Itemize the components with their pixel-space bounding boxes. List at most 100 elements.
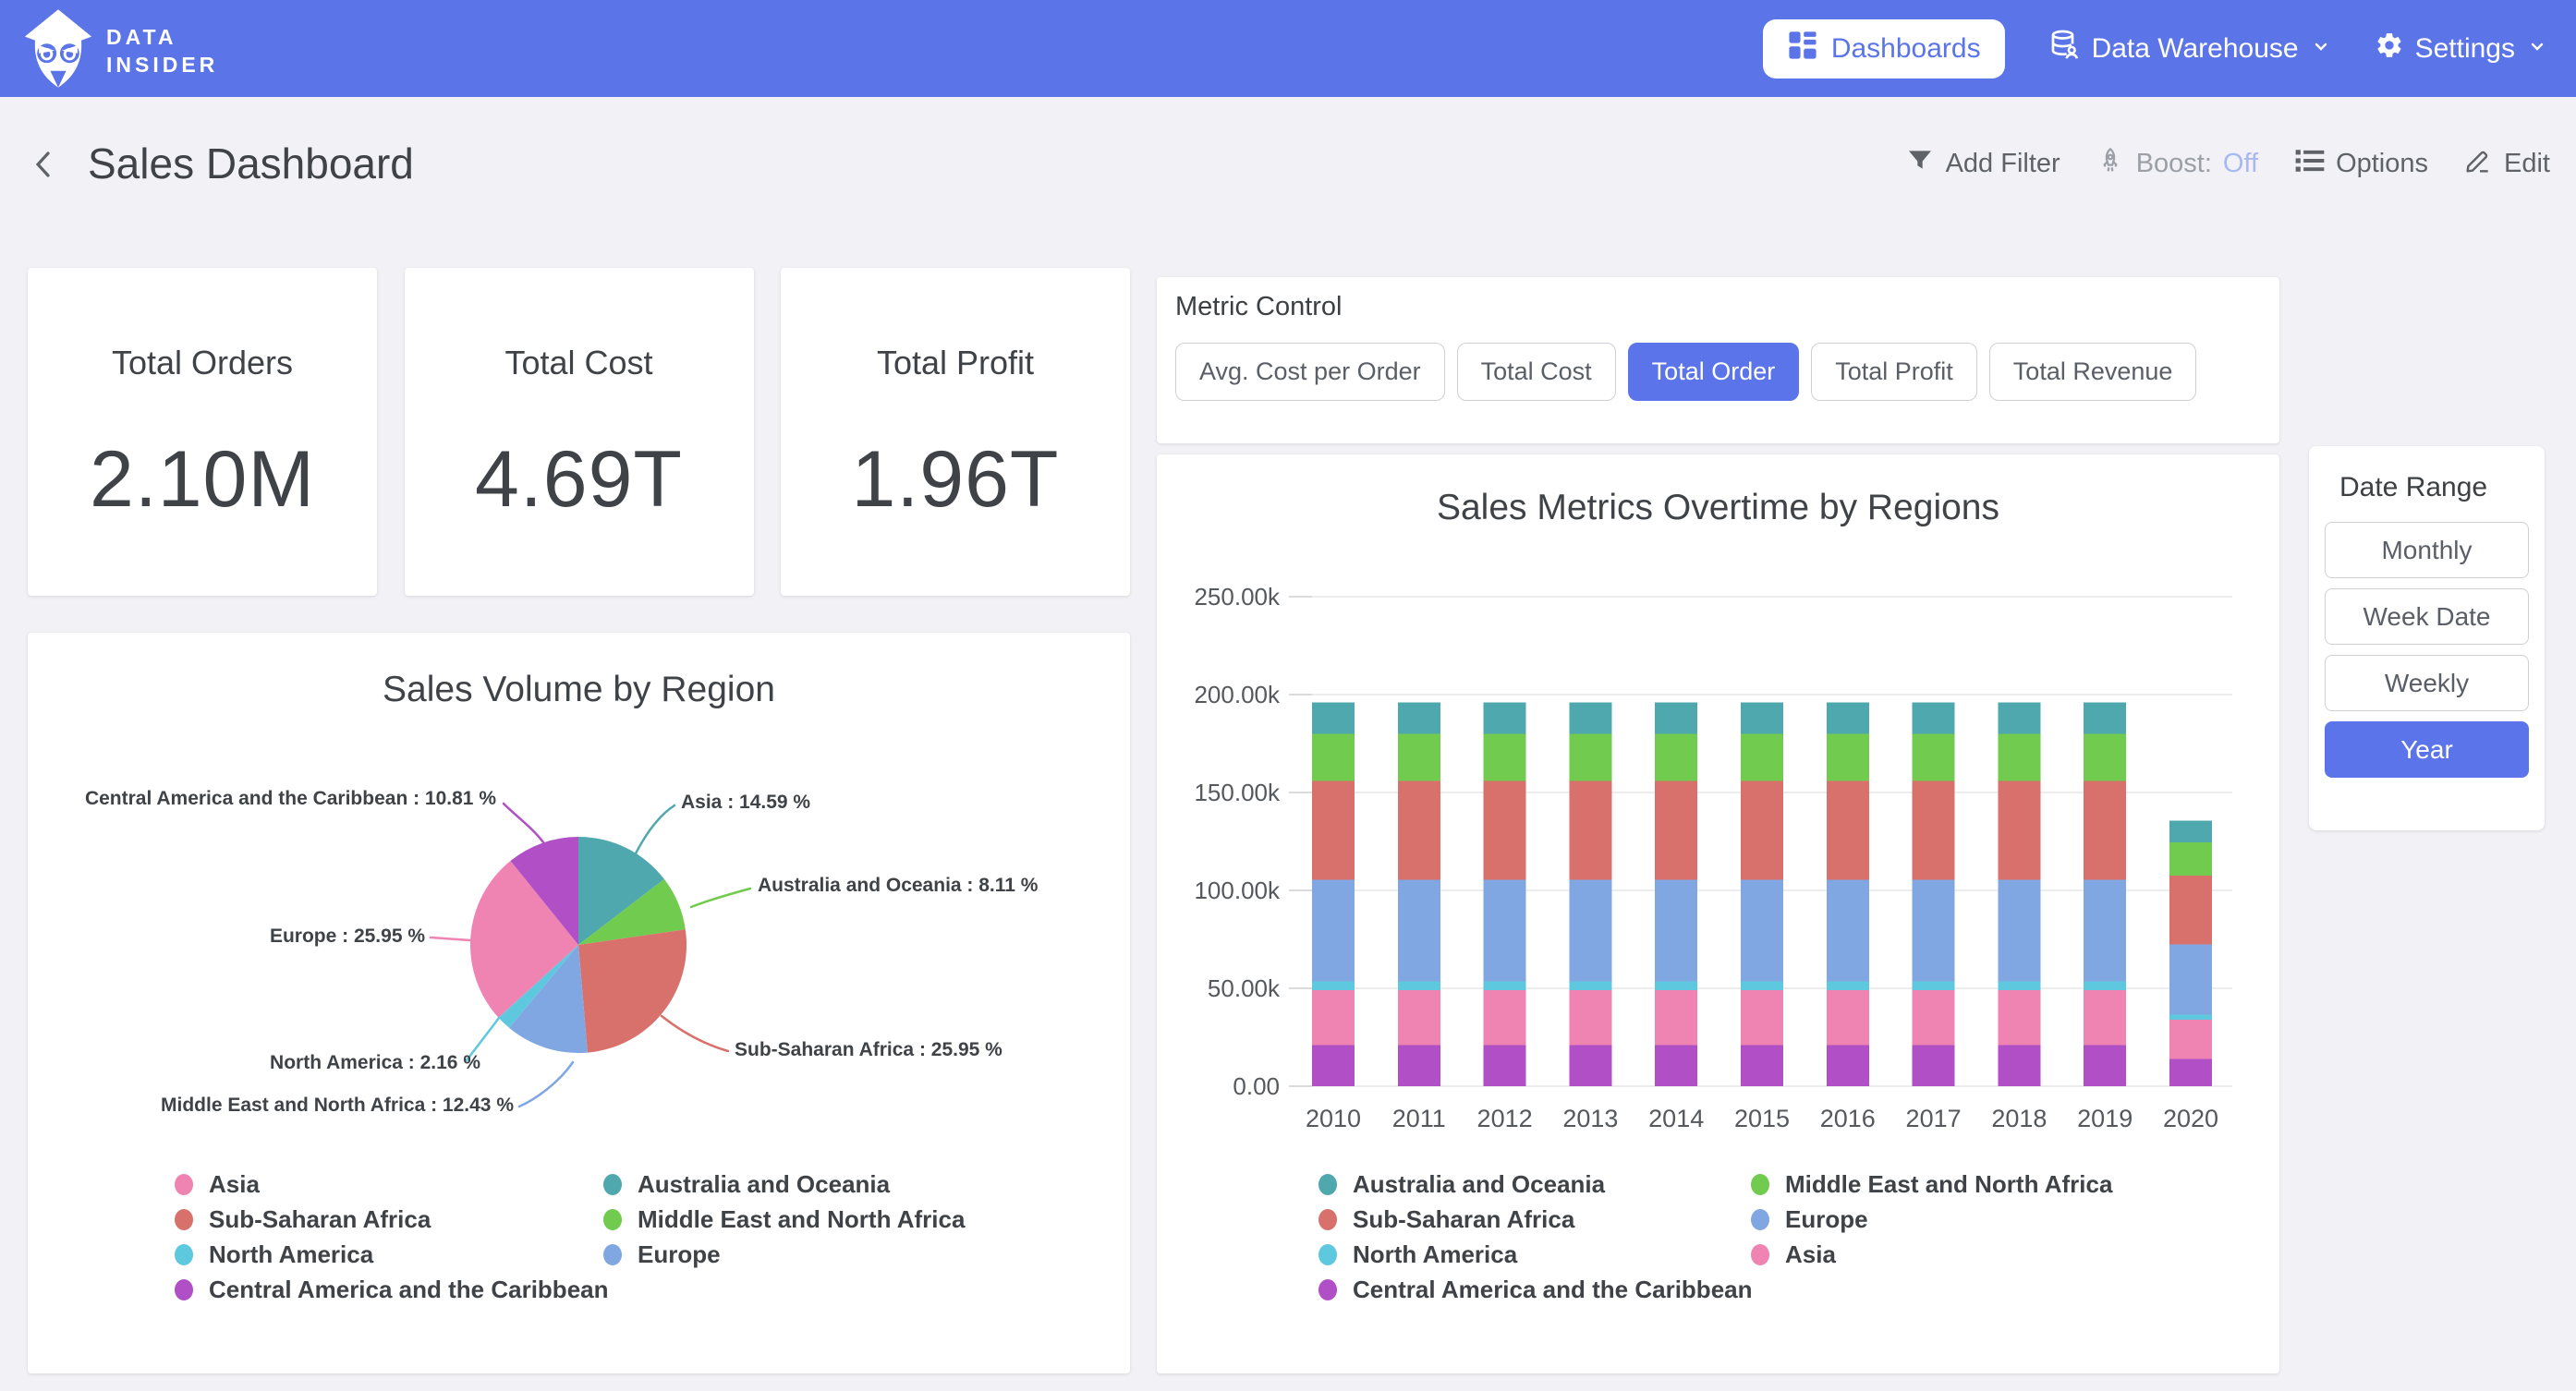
legend-label: Middle East and North Africa (638, 1205, 965, 1234)
kpi-card: Total Profit1.96T (781, 268, 1130, 596)
legend-item: North America (175, 1240, 373, 1269)
bar-segment (1398, 1045, 1440, 1086)
legend-dot (1751, 1244, 1769, 1265)
bar-segment (2084, 780, 2126, 879)
bar-segment (1569, 780, 1611, 879)
legend-dot (1751, 1209, 1769, 1230)
bar-segment (1827, 1045, 1869, 1086)
bar-segment (2084, 1045, 2126, 1086)
options-button[interactable]: Options (2293, 145, 2428, 184)
kpi-label: Total Orders (28, 344, 377, 382)
edit-label: Edit (2504, 149, 2550, 179)
bar-segment (1913, 733, 1955, 780)
pie-callout-line (634, 805, 674, 857)
metric-control-panel: Metric Control Avg. Cost per OrderTotal … (1157, 277, 2279, 443)
dashboard-grid-icon (1787, 30, 1818, 68)
legend-dot (175, 1244, 193, 1265)
bar-segment (1484, 702, 1526, 733)
legend-item: North America (1318, 1240, 1517, 1269)
nav-item-settings[interactable]: Settings (2375, 30, 2548, 67)
bar-segment (1998, 879, 2040, 981)
page-header: Sales Dashboard Add Filter Boost: (0, 97, 2576, 231)
legend-label: Sub-Saharan Africa (209, 1205, 431, 1234)
legend-label: North America (1353, 1240, 1517, 1269)
bar-segment (1569, 1045, 1611, 1086)
bar-segment (1312, 879, 1355, 981)
bar-segment (2169, 821, 2212, 842)
bar-segment (1569, 990, 1611, 1045)
add-filter-label: Add Filter (1946, 149, 2060, 179)
metric-option-button[interactable]: Total Cost (1457, 343, 1616, 401)
pie-callout-line (519, 1062, 573, 1107)
legend-dot (1318, 1209, 1337, 1230)
legend-item: Asia (175, 1170, 260, 1199)
date-range-option-button[interactable]: Week Date (2325, 588, 2529, 645)
bar-segment (1398, 733, 1440, 780)
x-axis-tick-label: 2020 (2163, 1105, 2218, 1132)
date-range-panel: Date Range MonthlyWeek DateWeeklyYear (2309, 446, 2545, 830)
back-button[interactable] (26, 146, 63, 183)
add-filter-button[interactable]: Add Filter (1905, 146, 2060, 183)
metric-option-button[interactable]: Total Revenue (1989, 343, 2197, 401)
x-axis-tick-label: 2010 (1306, 1105, 1361, 1132)
legend-item: Australia and Oceania (603, 1170, 890, 1199)
metric-option-button[interactable]: Avg. Cost per Order (1175, 343, 1445, 401)
legend-label: North America (209, 1240, 373, 1269)
date-range-option-button[interactable]: Weekly (2325, 655, 2529, 711)
bar-segment (1655, 879, 1697, 981)
bar-segment (1827, 990, 1869, 1045)
chevron-down-icon (2526, 33, 2548, 65)
bar-segment (1312, 780, 1355, 879)
legend-dot (603, 1174, 622, 1195)
database-icon (2047, 29, 2081, 69)
legend-item: Europe (603, 1240, 721, 1269)
bar-segment (1484, 780, 1526, 879)
bar-segment (1398, 990, 1440, 1045)
bar-segment (1398, 780, 1440, 879)
date-range-option-button[interactable]: Monthly (2325, 522, 2529, 578)
pencil-icon (2463, 146, 2493, 183)
bar-segment (1569, 879, 1611, 981)
legend-label: Sub-Saharan Africa (1353, 1205, 1574, 1234)
bar-segment (1998, 733, 2040, 780)
bar-segment (1655, 702, 1697, 733)
bar-segment (1312, 1045, 1355, 1086)
legend-dot (603, 1244, 622, 1265)
bar-chart-card: Sales Metrics Overtime by Regions 0.0050… (1157, 454, 2279, 1373)
edit-button[interactable]: Edit (2463, 146, 2550, 183)
metric-option-button[interactable]: Total Profit (1811, 343, 1977, 401)
bar-segment (1655, 990, 1697, 1045)
bar-segment (1998, 990, 2040, 1045)
legend-dot (175, 1279, 193, 1300)
kpi-value: 4.69T (405, 434, 754, 526)
bar-segment (2084, 879, 2126, 981)
bar-segment (1398, 879, 1440, 981)
legend-label: Australia and Oceania (1353, 1170, 1605, 1199)
legend-dot (1318, 1174, 1337, 1195)
date-range-option-button[interactable]: Year (2325, 721, 2529, 778)
bar-segment (1312, 982, 1355, 991)
bar-segment (1569, 702, 1611, 733)
boost-toggle[interactable]: Boost: Off (2096, 146, 2258, 183)
legend-item: Australia and Oceania (1318, 1170, 1605, 1199)
x-axis-tick-label: 2011 (1392, 1105, 1446, 1132)
legend-dot (1318, 1244, 1337, 1265)
legend-dot (1751, 1174, 1769, 1195)
filter-funnel-icon (1905, 146, 1935, 183)
y-axis-tick-label: 0.00 (1233, 1072, 1280, 1100)
nav-item-dashboards[interactable]: Dashboards (1763, 19, 2005, 79)
y-axis-tick-label: 200.00k (1194, 681, 1281, 708)
legend-dot (175, 1209, 193, 1230)
kpi-label: Total Profit (781, 344, 1130, 382)
bar-segment (1655, 1045, 1697, 1086)
metric-option-button[interactable]: Total Order (1628, 343, 1800, 401)
kpi-row: Total Orders2.10MTotal Cost4.69TTotal Pr… (28, 268, 1130, 596)
stacked-bar-chart: 0.0050.00k100.00k150.00k200.00k250.00k20… (1157, 454, 2279, 1373)
bar-segment (1484, 879, 1526, 981)
legend-item: Middle East and North Africa (1751, 1170, 2112, 1199)
nav-item-data-warehouse[interactable]: Data Warehouse (2047, 29, 2332, 69)
bar-segment (2169, 876, 2212, 944)
legend-item: Central America and the Caribbean (175, 1276, 609, 1304)
pie-callout-line (431, 937, 470, 940)
bar-segment (2084, 982, 2126, 991)
